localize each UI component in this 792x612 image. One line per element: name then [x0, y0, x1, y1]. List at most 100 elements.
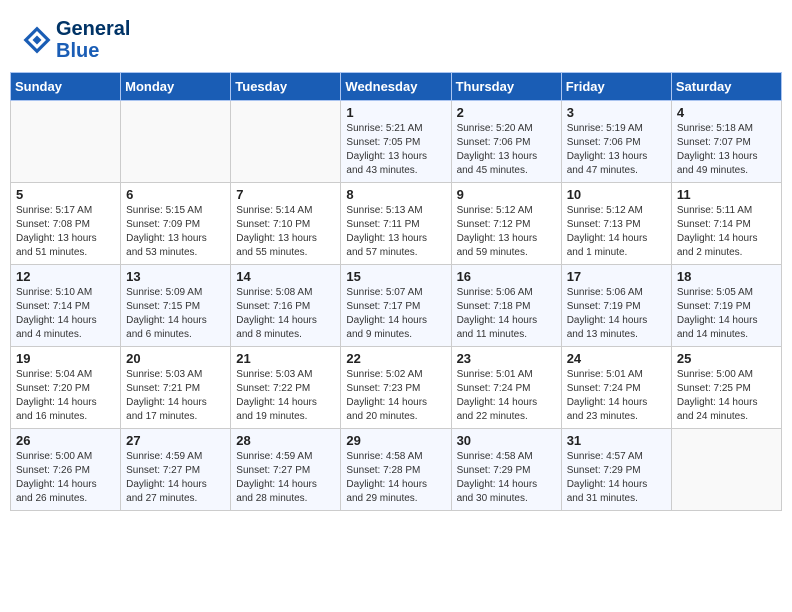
- day-info: Sunrise: 5:01 AM Sunset: 7:24 PM Dayligh…: [567, 368, 666, 424]
- calendar-cell: 7 Sunrise: 5:14 AM Sunset: 7:10 PM Daylig…: [231, 183, 341, 265]
- calendar-week-row: 5 Sunrise: 5:17 AM Sunset: 7:08 PM Daylig…: [11, 183, 782, 265]
- calendar-week-row: 26 Sunrise: 5:00 AM Sunset: 7:26 PM Dayli…: [11, 429, 782, 511]
- day-number: 19: [16, 351, 115, 366]
- day-number: 2: [457, 105, 556, 120]
- day-number: 4: [677, 105, 776, 120]
- day-info: Sunrise: 5:00 AM Sunset: 7:25 PM Dayligh…: [677, 368, 776, 424]
- calendar-cell: 18 Sunrise: 5:05 AM Sunset: 7:19 PM Dayli…: [671, 265, 781, 347]
- calendar-cell: 15 Sunrise: 5:07 AM Sunset: 7:17 PM Dayli…: [341, 265, 451, 347]
- calendar-cell: 10Sunrise: 5:12 AM Sunset: 7:13 PM Dayli…: [561, 183, 671, 265]
- calendar-cell: 11 Sunrise: 5:11 AM Sunset: 7:14 PM Dayli…: [671, 183, 781, 265]
- calendar-cell: [671, 429, 781, 511]
- day-number: 11: [677, 187, 776, 202]
- calendar-week-row: 1Sunrise: 5:21 AM Sunset: 7:05 PM Daylig…: [11, 101, 782, 183]
- day-info: Sunrise: 5:18 AM Sunset: 7:07 PM Dayligh…: [677, 122, 776, 178]
- calendar-cell: 22Sunrise: 5:02 AM Sunset: 7:23 PM Dayli…: [341, 347, 451, 429]
- day-info: Sunrise: 5:06 AM Sunset: 7:19 PM Dayligh…: [567, 286, 666, 342]
- day-number: 17: [567, 269, 666, 284]
- weekday-header-tuesday: Tuesday: [231, 73, 341, 101]
- day-info: Sunrise: 5:00 AM Sunset: 7:26 PM Dayligh…: [16, 450, 115, 506]
- calendar-cell: 9 Sunrise: 5:12 AM Sunset: 7:12 PM Daylig…: [451, 183, 561, 265]
- day-number: 9: [457, 187, 556, 202]
- weekday-header-friday: Friday: [561, 73, 671, 101]
- calendar-cell: 21Sunrise: 5:03 AM Sunset: 7:22 PM Dayli…: [231, 347, 341, 429]
- day-number: 26: [16, 433, 115, 448]
- day-number: 29: [346, 433, 445, 448]
- day-info: Sunrise: 5:17 AM Sunset: 7:08 PM Dayligh…: [16, 204, 115, 260]
- logo: General Blue: [20, 18, 130, 62]
- day-info: Sunrise: 4:58 AM Sunset: 7:29 PM Dayligh…: [457, 450, 556, 506]
- calendar-cell: 19 Sunrise: 5:04 AM Sunset: 7:20 PM Dayli…: [11, 347, 121, 429]
- day-info: Sunrise: 5:14 AM Sunset: 7:10 PM Dayligh…: [236, 204, 335, 260]
- day-number: 3: [567, 105, 666, 120]
- day-number: 5: [16, 187, 115, 202]
- day-info: Sunrise: 5:08 AM Sunset: 7:16 PM Dayligh…: [236, 286, 335, 342]
- weekday-header-thursday: Thursday: [451, 73, 561, 101]
- day-number: 18: [677, 269, 776, 284]
- weekday-header-wednesday: Wednesday: [341, 73, 451, 101]
- calendar-cell: [121, 101, 231, 183]
- day-info: Sunrise: 5:03 AM Sunset: 7:21 PM Dayligh…: [126, 368, 225, 424]
- day-number: 23: [457, 351, 556, 366]
- calendar-cell: 25 Sunrise: 5:00 AM Sunset: 7:25 PM Dayli…: [671, 347, 781, 429]
- day-number: 1: [346, 105, 445, 120]
- calendar-cell: [11, 101, 121, 183]
- calendar-cell: 14 Sunrise: 5:08 AM Sunset: 7:16 PM Dayli…: [231, 265, 341, 347]
- day-info: Sunrise: 5:07 AM Sunset: 7:17 PM Dayligh…: [346, 286, 445, 342]
- day-number: 28: [236, 433, 335, 448]
- calendar-cell: 27 Sunrise: 4:59 AM Sunset: 7:27 PM Dayli…: [121, 429, 231, 511]
- day-info: Sunrise: 4:59 AM Sunset: 7:27 PM Dayligh…: [126, 450, 225, 506]
- calendar-cell: 30Sunrise: 4:58 AM Sunset: 7:29 PM Dayli…: [451, 429, 561, 511]
- calendar-cell: 20Sunrise: 5:03 AM Sunset: 7:21 PM Dayli…: [121, 347, 231, 429]
- day-number: 31: [567, 433, 666, 448]
- day-number: 6: [126, 187, 225, 202]
- day-number: 7: [236, 187, 335, 202]
- calendar-cell: 4 Sunrise: 5:18 AM Sunset: 7:07 PM Daylig…: [671, 101, 781, 183]
- calendar-cell: 3Sunrise: 5:19 AM Sunset: 7:06 PM Daylig…: [561, 101, 671, 183]
- calendar-cell: 2 Sunrise: 5:20 AM Sunset: 7:06 PM Daylig…: [451, 101, 561, 183]
- day-info: Sunrise: 5:11 AM Sunset: 7:14 PM Dayligh…: [677, 204, 776, 260]
- calendar-week-row: 19 Sunrise: 5:04 AM Sunset: 7:20 PM Dayli…: [11, 347, 782, 429]
- day-number: 10: [567, 187, 666, 202]
- day-info: Sunrise: 5:01 AM Sunset: 7:24 PM Dayligh…: [457, 368, 556, 424]
- day-info: Sunrise: 5:20 AM Sunset: 7:06 PM Dayligh…: [457, 122, 556, 178]
- day-info: Sunrise: 4:59 AM Sunset: 7:27 PM Dayligh…: [236, 450, 335, 506]
- weekday-header-sunday: Sunday: [11, 73, 121, 101]
- day-number: 21: [236, 351, 335, 366]
- calendar-cell: 24 Sunrise: 5:01 AM Sunset: 7:24 PM Dayli…: [561, 347, 671, 429]
- day-info: Sunrise: 5:06 AM Sunset: 7:18 PM Dayligh…: [457, 286, 556, 342]
- day-number: 16: [457, 269, 556, 284]
- day-info: Sunrise: 5:05 AM Sunset: 7:19 PM Dayligh…: [677, 286, 776, 342]
- day-number: 12: [16, 269, 115, 284]
- day-info: Sunrise: 5:04 AM Sunset: 7:20 PM Dayligh…: [16, 368, 115, 424]
- day-info: Sunrise: 5:12 AM Sunset: 7:12 PM Dayligh…: [457, 204, 556, 260]
- calendar-cell: [231, 101, 341, 183]
- day-number: 15: [346, 269, 445, 284]
- day-number: 25: [677, 351, 776, 366]
- calendar-cell: 5 Sunrise: 5:17 AM Sunset: 7:08 PM Daylig…: [11, 183, 121, 265]
- calendar-cell: 12 Sunrise: 5:10 AM Sunset: 7:14 PM Dayli…: [11, 265, 121, 347]
- day-info: Sunrise: 4:58 AM Sunset: 7:28 PM Dayligh…: [346, 450, 445, 506]
- day-info: Sunrise: 5:15 AM Sunset: 7:09 PM Dayligh…: [126, 204, 225, 260]
- day-number: 27: [126, 433, 225, 448]
- calendar-table: SundayMondayTuesdayWednesdayThursdayFrid…: [10, 72, 782, 511]
- calendar-cell: 28 Sunrise: 4:59 AM Sunset: 7:27 PM Dayli…: [231, 429, 341, 511]
- day-number: 24: [567, 351, 666, 366]
- day-info: Sunrise: 5:02 AM Sunset: 7:23 PM Dayligh…: [346, 368, 445, 424]
- day-number: 14: [236, 269, 335, 284]
- calendar-cell: 29 Sunrise: 4:58 AM Sunset: 7:28 PM Dayli…: [341, 429, 451, 511]
- calendar-cell: 26 Sunrise: 5:00 AM Sunset: 7:26 PM Dayli…: [11, 429, 121, 511]
- page-header: General Blue: [10, 10, 782, 66]
- calendar-cell: 16 Sunrise: 5:06 AM Sunset: 7:18 PM Dayli…: [451, 265, 561, 347]
- calendar-cell: 31 Sunrise: 4:57 AM Sunset: 7:29 PM Dayli…: [561, 429, 671, 511]
- day-info: Sunrise: 5:13 AM Sunset: 7:11 PM Dayligh…: [346, 204, 445, 260]
- weekday-header-monday: Monday: [121, 73, 231, 101]
- calendar-cell: 23 Sunrise: 5:01 AM Sunset: 7:24 PM Dayli…: [451, 347, 561, 429]
- weekday-header-saturday: Saturday: [671, 73, 781, 101]
- day-info: Sunrise: 5:10 AM Sunset: 7:14 PM Dayligh…: [16, 286, 115, 342]
- calendar-cell: 8Sunrise: 5:13 AM Sunset: 7:11 PM Daylig…: [341, 183, 451, 265]
- day-info: Sunrise: 5:09 AM Sunset: 7:15 PM Dayligh…: [126, 286, 225, 342]
- logo-text: General Blue: [56, 18, 130, 62]
- day-number: 13: [126, 269, 225, 284]
- day-info: Sunrise: 4:57 AM Sunset: 7:29 PM Dayligh…: [567, 450, 666, 506]
